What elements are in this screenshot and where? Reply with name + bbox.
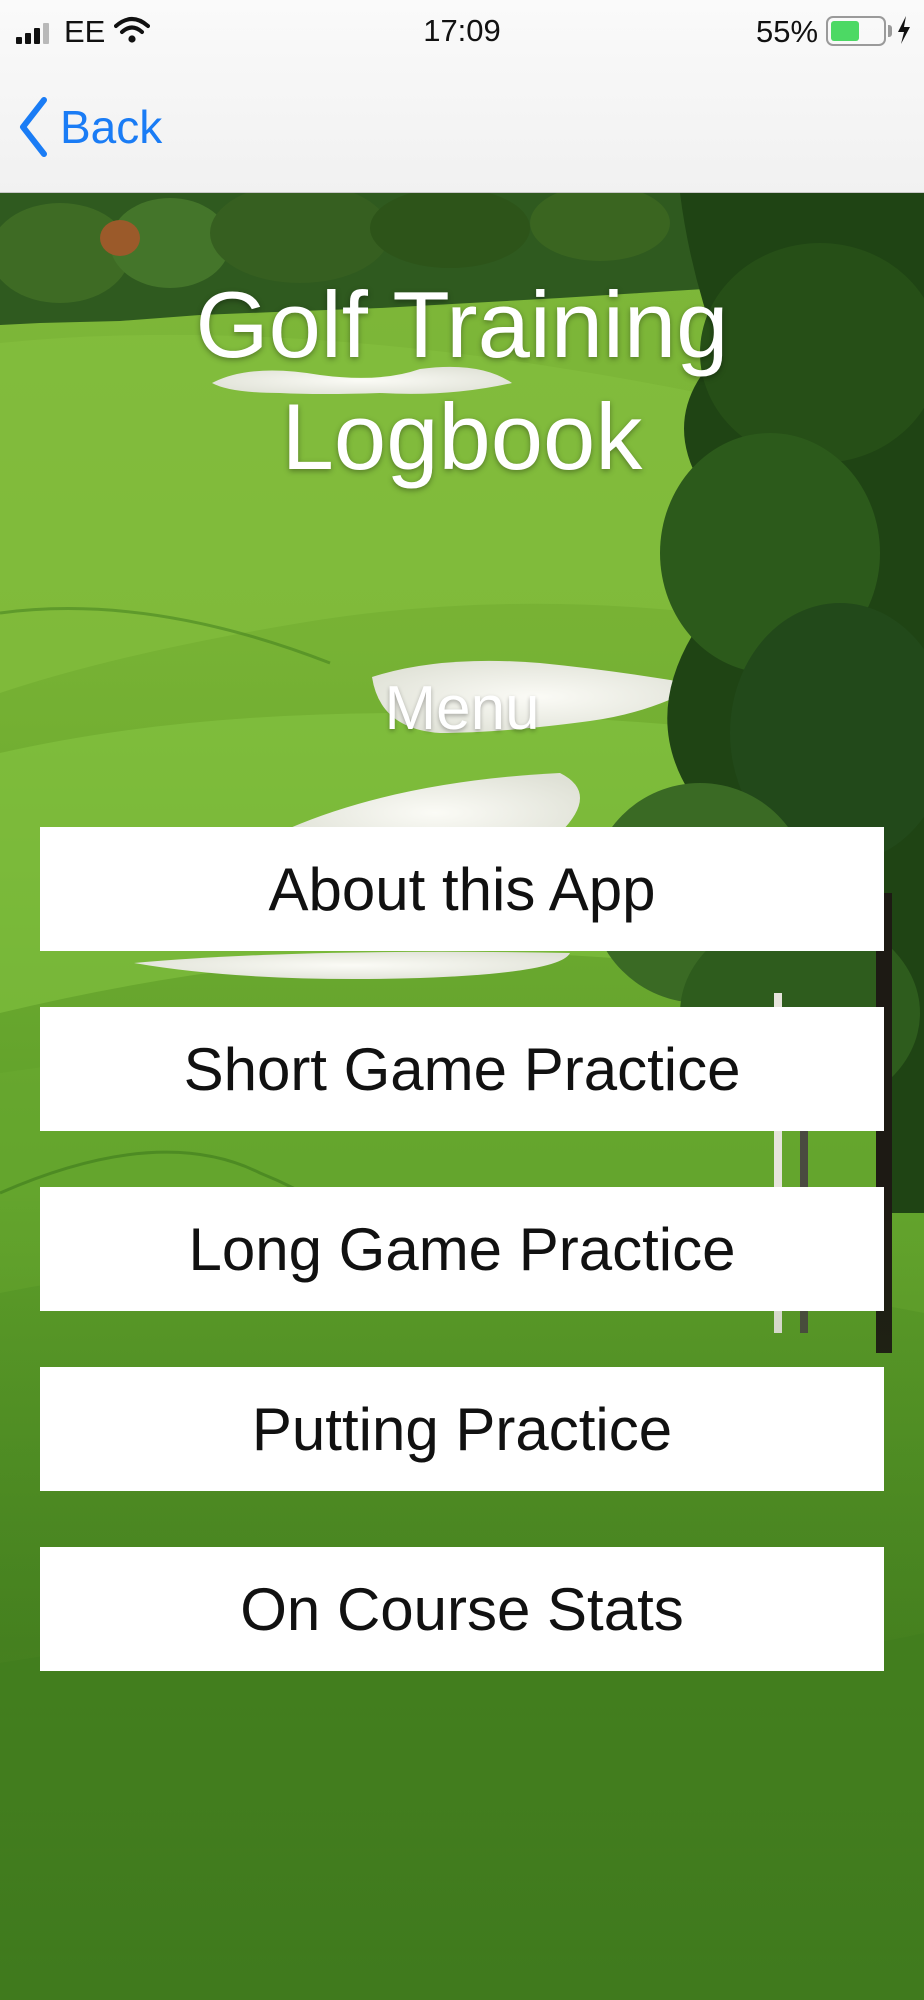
about-app-button[interactable]: About this App	[40, 827, 884, 951]
back-label: Back	[60, 101, 163, 153]
menu-screen: Golf Training Logbook Menu About this Ap…	[0, 193, 924, 2000]
putting-practice-button[interactable]: Putting Practice	[40, 1367, 884, 1491]
battery-cap	[888, 25, 892, 37]
chevron-left-icon	[20, 97, 47, 157]
on-course-stats-button[interactable]: On Course Stats	[40, 1547, 884, 1671]
charging-bolt-icon	[898, 16, 910, 44]
back-button[interactable]: Back	[18, 94, 162, 160]
battery-percent: 55%	[756, 14, 819, 49]
battery-icon	[826, 16, 886, 46]
app-title: Golf Training Logbook	[195, 272, 729, 489]
short-game-practice-button[interactable]: Short Game Practice	[40, 1007, 884, 1131]
status-bar: EE 17:09 55%	[0, 0, 924, 64]
top-chrome: EE 17:09 55% Back	[0, 0, 924, 193]
long-game-practice-button[interactable]: Long Game Practice	[40, 1187, 884, 1311]
battery-level-fill	[831, 21, 859, 41]
navigation-bar: Back	[0, 64, 924, 193]
menu-heading: Menu	[384, 674, 540, 743]
menu-button-list: About this App Short Game Practice Long …	[40, 827, 884, 1727]
